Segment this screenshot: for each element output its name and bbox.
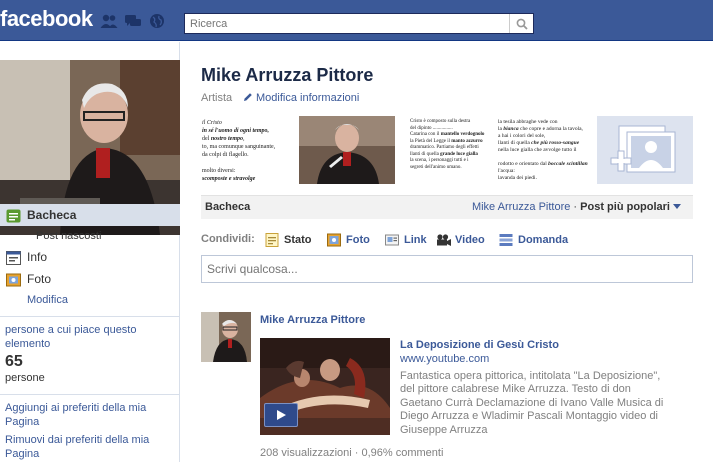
story-author[interactable]: Mike Arruzza Pittore xyxy=(260,314,365,326)
wall-filter-page[interactable]: Mike Arruzza Pittore xyxy=(472,201,570,213)
photo-strip-item[interactable]: la tesila abbraghe vede con la bianca che… xyxy=(495,116,591,184)
wall-filter-popular[interactable]: Post più popolari xyxy=(580,201,670,213)
share-option-label: Stato xyxy=(284,234,312,246)
share-label: Condividi: xyxy=(201,233,255,245)
video-camera-icon xyxy=(436,233,451,247)
pencil-icon xyxy=(244,93,252,101)
wall-filter-separator: · xyxy=(573,201,578,213)
play-icon[interactable] xyxy=(264,403,298,427)
add-to-favorites-link[interactable]: Aggiungi ai preferiti della mia Pagina xyxy=(5,401,174,429)
search-input[interactable] xyxy=(185,14,507,33)
top-bar: facebook xyxy=(0,0,713,41)
likes-label: persone xyxy=(5,372,45,384)
sidebar-nav: Bacheca Post nascosti Info Foto Modifica xyxy=(0,204,180,310)
photo-icon xyxy=(327,233,341,247)
wall-title: Bacheca xyxy=(205,201,251,213)
favorites-box: Aggiungi ai preferiti della mia Pagina R… xyxy=(0,394,179,462)
video-description: Fantastica opera pittorica, intitolata "… xyxy=(400,370,664,436)
remove-from-favorites-link[interactable]: Rimuovi dai preferiti della mia Pagina xyxy=(5,433,174,461)
likes-box: persone a cui piace questo elemento 65 p… xyxy=(0,316,179,390)
share-option-label: Domanda xyxy=(518,234,569,246)
link-icon xyxy=(385,233,399,247)
avatar[interactable] xyxy=(201,312,251,362)
video-domain-link[interactable]: www.youtube.com xyxy=(400,353,489,365)
sidebar-item-label: Bacheca xyxy=(27,208,77,222)
photo-strip-item[interactable]: Cristo è composto sulla destra del dipint… xyxy=(407,116,497,184)
page-title[interactable]: Mike Arruzza Pittore xyxy=(201,65,373,86)
info-icon xyxy=(6,250,21,265)
facebook-logo[interactable]: facebook xyxy=(0,6,93,32)
friend-requests-icon[interactable] xyxy=(100,13,118,29)
left-sidebar: Bacheca Post nascosti Info Foto Modifica… xyxy=(0,42,180,462)
likes-title[interactable]: persone a cui piace questo elemento xyxy=(5,323,174,351)
video-thumbnail[interactable] xyxy=(260,338,390,435)
notifications-globe-icon[interactable] xyxy=(148,13,166,29)
composer xyxy=(201,255,693,283)
main-content: Mike Arruzza Pittore Artista Modifica in… xyxy=(181,42,713,462)
sidebar-item-label: Foto xyxy=(27,272,52,286)
question-icon xyxy=(499,233,513,247)
status-icon xyxy=(265,233,279,247)
sidebar-item-hidden-posts[interactable]: Post nascosti xyxy=(0,226,180,246)
sidebar-item-label: Info xyxy=(27,250,48,264)
share-option-label: Foto xyxy=(346,234,370,246)
edit-info-link[interactable]: Modifica informazioni xyxy=(243,92,359,104)
edit-info-label: Modifica informazioni xyxy=(256,92,360,104)
likes-count: 65 xyxy=(5,353,23,370)
photo-icon xyxy=(6,272,21,287)
chevron-down-icon[interactable] xyxy=(673,204,681,209)
search-box xyxy=(184,13,534,34)
messages-icon[interactable] xyxy=(124,13,142,29)
wall-filter[interactable]: Mike Arruzza Pittore · Post più popolari xyxy=(472,201,681,213)
photo-strip-item[interactable]: il Cristo in sé l'uomo di ogni tempo, del … xyxy=(199,116,294,184)
add-photo-placeholder[interactable] xyxy=(597,116,693,184)
sidebar-item-info[interactable]: Info xyxy=(0,246,180,268)
photo-strip-item[interactable] xyxy=(299,116,395,184)
search-icon[interactable] xyxy=(509,14,533,33)
sidebar-item-foto[interactable]: Foto xyxy=(0,268,180,290)
page-category: Artista xyxy=(201,92,233,104)
share-option-label: Video xyxy=(455,234,485,246)
video-title-link[interactable]: La Deposizione di Gesù Cristo xyxy=(400,339,559,351)
wall-header: Bacheca Mike Arruzza Pittore · Post più … xyxy=(201,195,693,219)
share-option-label: Link xyxy=(404,234,427,246)
sidebar-item-modifica[interactable]: Modifica xyxy=(0,290,180,310)
status-composer-input[interactable] xyxy=(202,256,692,282)
sidebar-item-bacheca[interactable]: Bacheca xyxy=(0,204,180,226)
story-meta: 208 visualizzazioni · 0,96% commenti xyxy=(260,447,444,459)
wall-icon xyxy=(6,208,21,223)
